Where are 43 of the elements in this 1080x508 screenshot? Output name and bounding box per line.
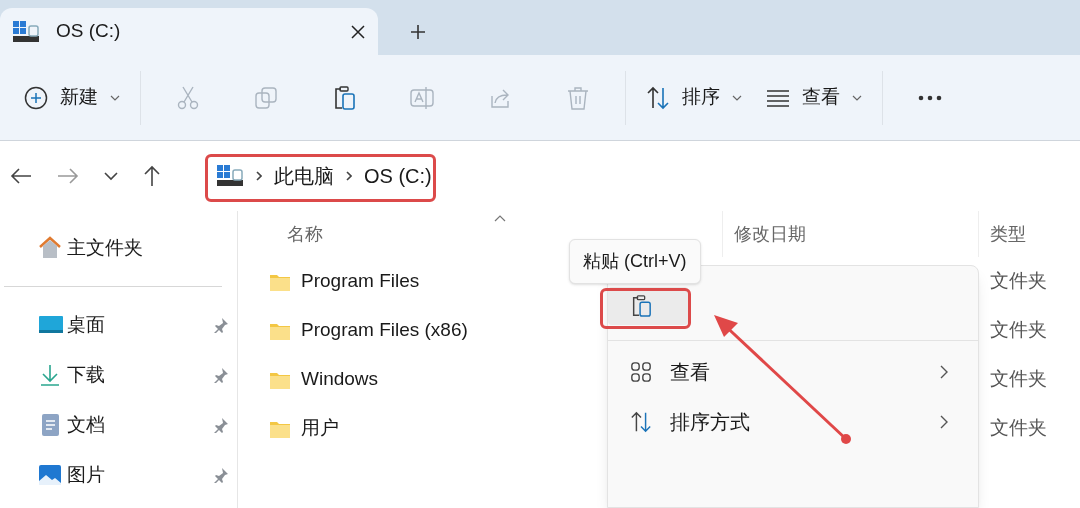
address-bar[interactable]: 此电脑 OS (C:) xyxy=(208,154,440,198)
chevron-right-icon xyxy=(346,171,352,181)
column-header[interactable]: 类型 xyxy=(990,220,1026,248)
paste-icon xyxy=(630,295,652,317)
close-icon[interactable] xyxy=(350,23,366,40)
file-name[interactable]: Windows xyxy=(301,365,379,394)
window-tab[interactable]: OS (C:) xyxy=(0,8,378,55)
sidebar-item[interactable]: 下载 xyxy=(0,350,237,400)
file-name[interactable]: Program Files xyxy=(301,267,420,296)
sort-ascending-icon xyxy=(494,215,506,222)
breadcrumb[interactable]: 此电脑 xyxy=(274,161,334,191)
sort-icon xyxy=(630,411,652,433)
file-type: 文件夹 xyxy=(989,269,1047,294)
back-icon[interactable] xyxy=(10,167,32,185)
file-name[interactable]: 用户 xyxy=(301,414,339,443)
tab-title: OS (C:) xyxy=(56,19,122,44)
chevron-right-icon xyxy=(256,171,262,181)
up-icon[interactable] xyxy=(143,165,161,187)
menu-item[interactable]: 排序方式 xyxy=(618,400,968,444)
picture-icon xyxy=(38,463,64,487)
paste-button[interactable] xyxy=(608,287,688,325)
drive-icon xyxy=(216,164,244,188)
grid-icon xyxy=(630,361,652,383)
sort-button[interactable]: 排序 xyxy=(634,71,754,124)
breadcrumb[interactable]: OS (C:) xyxy=(364,161,432,191)
view-button[interactable]: 查看 xyxy=(754,71,874,124)
drive-icon xyxy=(12,19,40,44)
file-name[interactable]: Program Files (x86) xyxy=(301,316,468,345)
new-button[interactable]: 新建 xyxy=(12,71,132,124)
file-type: 文件夹 xyxy=(989,416,1047,441)
sidebar-item[interactable]: 图片 xyxy=(0,450,237,500)
sidebar-item[interactable]: 桌面 xyxy=(0,300,237,350)
forward-icon[interactable] xyxy=(57,167,79,185)
file-type: 文件夹 xyxy=(989,367,1047,392)
column-header[interactable]: 修改日期 xyxy=(734,220,806,248)
sidebar-item[interactable]: 主文件夹 xyxy=(0,223,237,273)
chevron-down-icon[interactable] xyxy=(104,171,118,181)
new-tab-icon[interactable] xyxy=(410,24,426,40)
column-header[interactable]: 名称 xyxy=(287,220,323,248)
file-type: 文件夹 xyxy=(989,318,1047,343)
sidebar-item[interactable]: 文档 xyxy=(0,400,237,450)
menu-item[interactable]: 查看 xyxy=(618,350,968,394)
tooltip: 粘贴 (Ctrl+V) xyxy=(569,239,701,284)
